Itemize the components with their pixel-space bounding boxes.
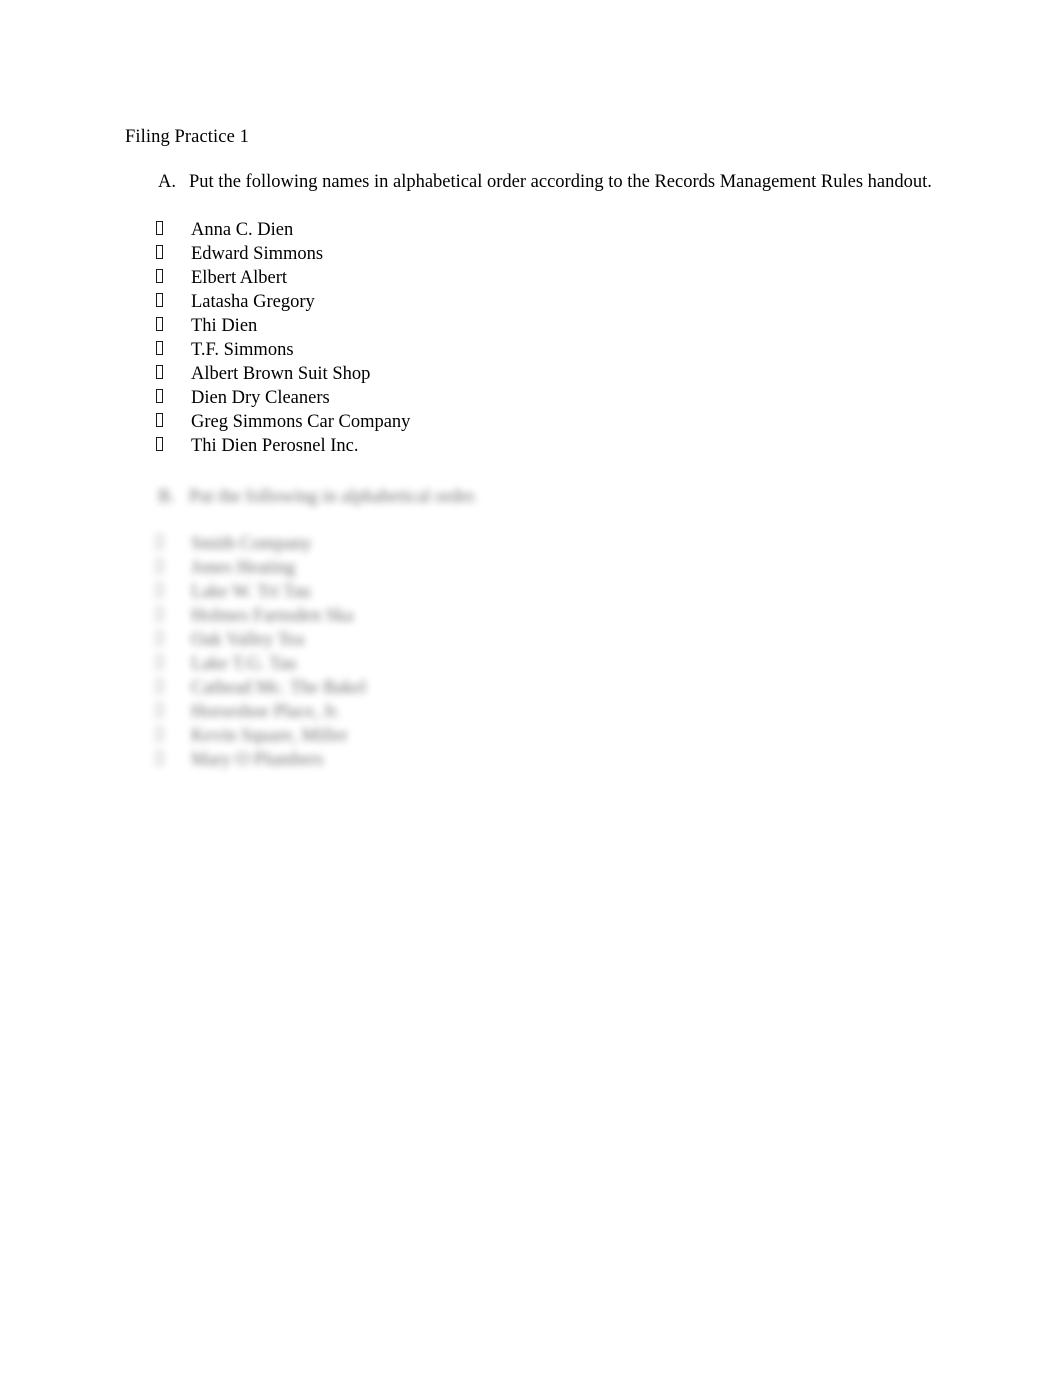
list-item-label: Elbert Albert	[191, 267, 288, 288]
list-item-label: Jones Heating	[191, 557, 296, 578]
bullet-box-icon	[156, 388, 163, 403]
bullet-box-icon	[156, 292, 163, 307]
list-item: Albert Brown Suit Shop	[125, 362, 925, 386]
bullet-box-icon	[156, 606, 163, 621]
list-item: Kevin Square, Miller	[125, 724, 925, 748]
bullet-box-icon	[156, 726, 163, 741]
bullet-box-icon	[156, 630, 163, 645]
list-item: Thi Dien Perosnel Inc.	[125, 434, 925, 458]
document-page: Filing Practice 1 A. Put the following n…	[0, 0, 1062, 1377]
section-b: B. Put the following in alphabetical ord…	[125, 485, 925, 772]
list-item: Holmes Farnsden Ska	[125, 604, 925, 628]
list-item: Oak Valley Tea	[125, 628, 925, 652]
list-item-label: Smith Company	[191, 533, 312, 554]
list-item: Greg Simmons Car Company	[125, 410, 925, 434]
list-item-label: Albert Brown Suit Shop	[191, 363, 371, 384]
section-b-list: Smith Company Jones Heating Lake W. Tri …	[125, 532, 925, 772]
section-b-heading: B. Put the following in alphabetical ord…	[125, 485, 979, 509]
bullet-box-icon	[156, 220, 163, 235]
section-b-heading-text: Put the following in alphabetical order.	[189, 486, 478, 507]
bullet-box-icon	[156, 268, 163, 283]
list-item: Horseshoe Place, Jr.	[125, 700, 925, 724]
bullet-box-icon	[156, 534, 163, 549]
list-item: Thi Dien	[125, 314, 925, 338]
page-title: Filing Practice 1	[125, 127, 249, 147]
list-item-label: T.F. Simmons	[191, 339, 294, 360]
bullet-box-icon	[156, 412, 163, 427]
list-item: Lake W. Tri Tau	[125, 580, 925, 604]
bullet-box-icon	[156, 244, 163, 259]
section-a-list: Anna C. Dien Edward Simmons Elbert Alber…	[125, 218, 925, 458]
list-item-label: Greg Simmons Car Company	[191, 411, 411, 432]
section-a-heading-text: Put the following names in alphabetical …	[189, 172, 932, 192]
document-body: Filing Practice 1 A. Put the following n…	[125, 126, 932, 772]
bullet-box-icon	[156, 654, 163, 669]
list-item: Latasha Gregory	[125, 290, 925, 314]
list-item-label: Edward Simmons	[191, 243, 324, 264]
list-item-label: Kevin Square, Miller	[191, 725, 348, 746]
section-a-heading: A. Put the following names in alphabetic…	[125, 170, 979, 196]
list-item: Elbert Albert	[125, 266, 925, 290]
list-item-label: Lake T.G. Tau	[191, 653, 297, 674]
list-item-label: Oak Valley Tea	[191, 629, 305, 650]
list-item: Jones Heating	[125, 556, 925, 580]
list-item: Anna C. Dien	[125, 218, 925, 242]
list-item-label: Dien Dry Cleaners	[191, 387, 330, 408]
list-item-label: Anna C. Dien	[191, 219, 294, 240]
section-a-letter: A.	[158, 172, 176, 192]
section-a: A. Put the following names in alphabetic…	[125, 170, 932, 458]
bullet-box-icon	[156, 340, 163, 355]
list-item-label: Cathead Mc. The Bakel	[191, 677, 367, 698]
list-item: Smith Company	[125, 532, 925, 556]
section-b-letter: B.	[158, 486, 175, 507]
list-item-label: Lake W. Tri Tau	[191, 581, 311, 602]
list-item-label: Holmes Farnsden Ska	[191, 605, 354, 626]
list-item-label: Latasha Gregory	[191, 291, 315, 312]
bullet-box-icon	[156, 582, 163, 597]
list-item: Lake T.G. Tau	[125, 652, 925, 676]
bullet-box-icon	[156, 436, 163, 451]
bullet-box-icon	[156, 702, 163, 717]
list-item: Cathead Mc. The Bakel	[125, 676, 925, 700]
bullet-box-icon	[156, 364, 163, 379]
list-item-label: Thi Dien	[191, 315, 258, 336]
list-item-label: Thi Dien Perosnel Inc.	[191, 435, 359, 456]
bullet-box-icon	[156, 678, 163, 693]
list-item: T.F. Simmons	[125, 338, 925, 362]
list-item-label: Mary O Plumbers	[191, 749, 324, 770]
bullet-box-icon	[156, 750, 163, 765]
bullet-box-icon	[156, 558, 163, 573]
list-item-label: Horseshoe Place, Jr.	[191, 701, 340, 722]
list-item: Mary O Plumbers	[125, 748, 925, 772]
list-item: Dien Dry Cleaners	[125, 386, 925, 410]
list-item: Edward Simmons	[125, 242, 925, 266]
bullet-box-icon	[156, 316, 163, 331]
